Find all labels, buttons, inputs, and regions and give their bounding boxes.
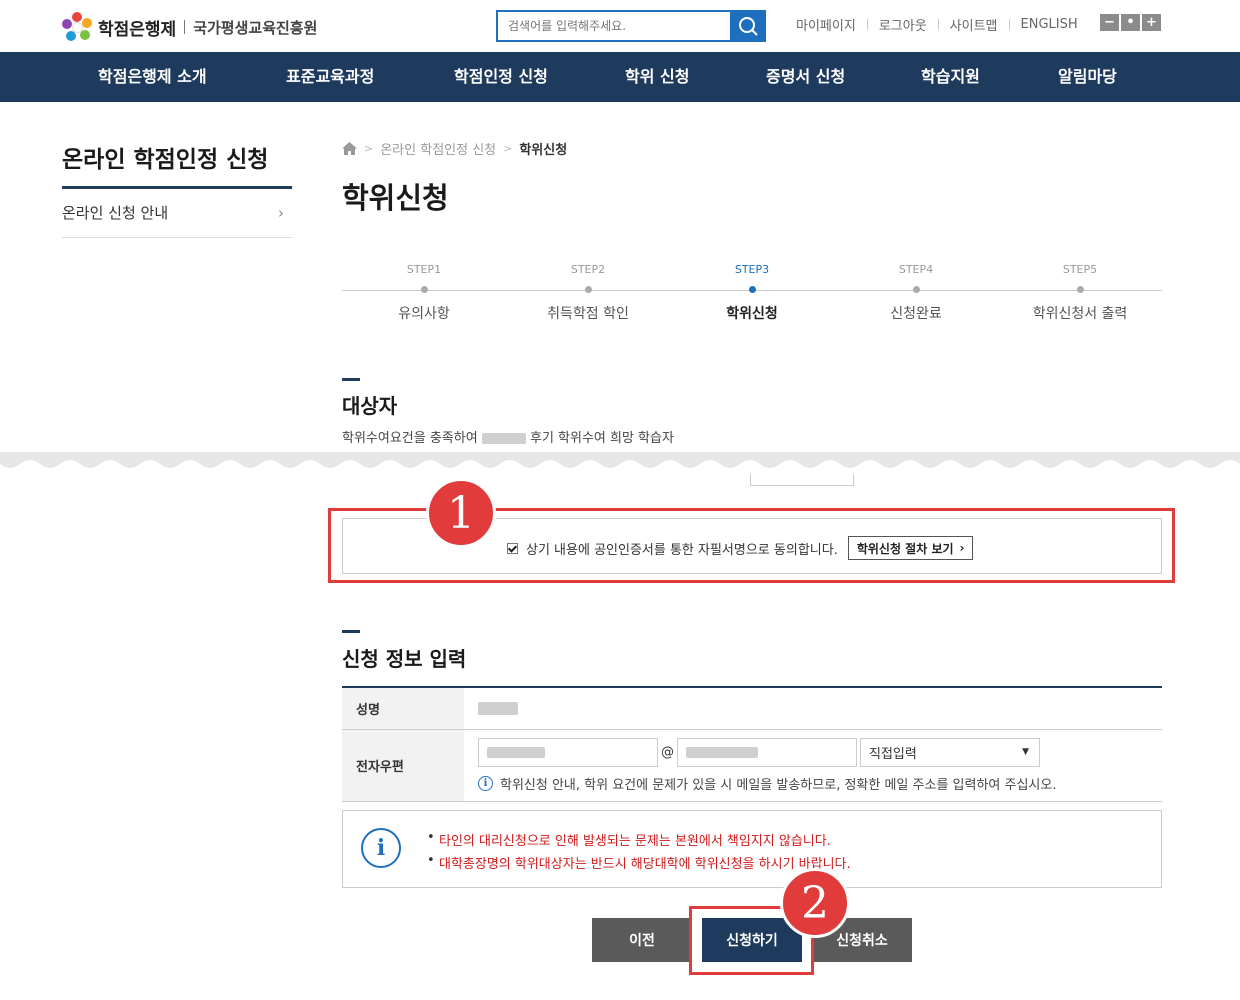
flower-logo-icon bbox=[62, 12, 92, 42]
email-domain-input[interactable] bbox=[677, 738, 857, 767]
notice-item: 대학총장명의 학위대상자는 반드시 해당대학에 학위신청을 하시기 바랍니다. bbox=[427, 853, 851, 872]
logout-link[interactable]: 로그아웃 bbox=[879, 15, 927, 34]
step-4: STEP4 신청완료 bbox=[856, 263, 976, 323]
email-note: i 학위신청 안내, 학위 요건에 문제가 있을 시 메일을 발송하므로, 정확… bbox=[478, 774, 1162, 793]
step-name: 유의사항 bbox=[398, 306, 450, 322]
name-value-cell bbox=[464, 688, 1162, 729]
name-label: 성명 bbox=[342, 688, 464, 729]
sidebar-item-online-guide[interactable]: 온라인 신청 안내 › bbox=[62, 202, 292, 238]
step-dot bbox=[1076, 286, 1084, 293]
target-section-title: 대상자 bbox=[342, 394, 398, 418]
breadcrumb-separator: > bbox=[503, 142, 513, 155]
notice-box: i 타인의 대리신청으로 인해 발생되는 문제는 본원에서 책임지지 않습니다.… bbox=[342, 810, 1162, 888]
step-label: STEP3 bbox=[734, 263, 770, 276]
section-marker bbox=[342, 630, 360, 633]
breadcrumb: > 온라인 학점인정 신청 > 학위신청 bbox=[342, 139, 567, 158]
search-button[interactable] bbox=[730, 10, 766, 42]
sidebar-item-label: 온라인 신청 안내 bbox=[62, 204, 169, 222]
brand-name: 학점은행제 bbox=[98, 19, 177, 40]
dropdown-arrow-icon: ▼ bbox=[1022, 747, 1029, 757]
zoom-controls: − • + bbox=[1100, 14, 1161, 31]
email-local-input[interactable] bbox=[478, 738, 658, 767]
email-note-text: 학위신청 안내, 학위 요건에 문제가 있을 시 메일을 발송하므로, 정확한 … bbox=[500, 778, 1057, 793]
target-desc-before: 학위수여요건을 충족하여 bbox=[342, 431, 478, 446]
step-label: STEP1 bbox=[406, 263, 442, 276]
at-sign: @ bbox=[661, 745, 674, 760]
info-icon: i bbox=[361, 828, 401, 868]
annotation-badge-1: 1 bbox=[426, 478, 496, 548]
email-row: 전자우편 @ 직접입력 ▼ i 학위신청 안내, 학위 요건에 문제가 있을 시… bbox=[342, 730, 1162, 802]
zoom-in-button[interactable]: + bbox=[1142, 14, 1161, 31]
step-dot bbox=[420, 286, 428, 293]
email-label: 전자우편 bbox=[342, 730, 464, 801]
link-divider bbox=[937, 19, 939, 30]
info-icon: i bbox=[478, 776, 493, 791]
search-icon bbox=[739, 17, 758, 36]
annotation-badge-2: 2 bbox=[780, 868, 850, 938]
torn-edge-divider bbox=[0, 452, 1240, 488]
search-input[interactable] bbox=[498, 12, 748, 40]
nav-item-credit-apply[interactable]: 학점인정 신청 bbox=[454, 52, 548, 102]
nav-item-degree-apply[interactable]: 학위 신청 bbox=[625, 52, 689, 102]
main-nav: 학점은행제 소개 표준교육과정 학점인정 신청 학위 신청 증명서 신청 학습지… bbox=[0, 52, 1240, 102]
step-label: STEP5 bbox=[1062, 263, 1098, 276]
link-divider bbox=[866, 19, 868, 30]
step-label: STEP2 bbox=[570, 263, 606, 276]
nav-item-notice[interactable]: 알림마당 bbox=[1058, 52, 1117, 102]
mypage-link[interactable]: 마이페이지 bbox=[796, 15, 856, 34]
link-divider bbox=[1008, 19, 1010, 30]
section-marker bbox=[342, 378, 360, 381]
step-name: 학위신청 bbox=[726, 306, 778, 322]
site-logo[interactable]: 학점은행제 국가평생교육진흥원 bbox=[62, 12, 317, 42]
top-links: 마이페이지 로그아웃 사이트맵 ENGLISH bbox=[796, 15, 1078, 34]
brand-divider bbox=[184, 20, 186, 34]
partial-button-remnant bbox=[750, 474, 854, 486]
email-domain-select[interactable]: 직접입력 ▼ bbox=[860, 738, 1040, 767]
step-label: STEP4 bbox=[898, 263, 934, 276]
notice-item: 타인의 대리신청으로 인해 발생되는 문제는 본원에서 책임지지 않습니다. bbox=[427, 830, 831, 849]
org-name: 국가평생교육진흥원 bbox=[193, 18, 318, 37]
breadcrumb-item[interactable]: 온라인 학점인정 신청 bbox=[380, 139, 496, 158]
sidebar-title: 온라인 학점인정 신청 bbox=[62, 147, 269, 173]
sidebar-divider bbox=[62, 186, 292, 189]
step-dot bbox=[912, 286, 920, 293]
step-dot bbox=[748, 286, 756, 293]
email-inputs: @ 직접입력 ▼ bbox=[478, 738, 1162, 767]
target-description: 학위수여요건을 충족하여 후기 학위수여 희망 학습자 bbox=[342, 427, 674, 446]
home-icon[interactable] bbox=[342, 142, 357, 155]
nav-item-learning-support[interactable]: 학습지원 bbox=[921, 52, 980, 102]
zoom-out-button[interactable]: − bbox=[1100, 14, 1119, 31]
domain-select-value: 직접입력 bbox=[869, 747, 917, 762]
step-3: STEP3 학위신청 bbox=[692, 263, 812, 323]
target-desc-after: 후기 학위수여 희망 학습자 bbox=[529, 431, 674, 446]
step-name: 신청완료 bbox=[890, 306, 942, 322]
nav-item-about[interactable]: 학점은행제 소개 bbox=[98, 52, 207, 102]
redacted-email-domain bbox=[686, 747, 758, 758]
step-5: STEP5 학위신청서 출력 bbox=[1020, 263, 1140, 323]
prev-button[interactable]: 이전 bbox=[592, 918, 692, 962]
email-cell: @ 직접입력 ▼ i 학위신청 안내, 학위 요건에 문제가 있을 시 메일을 … bbox=[464, 730, 1162, 801]
sitemap-link[interactable]: 사이트맵 bbox=[950, 15, 998, 34]
step-dot bbox=[584, 286, 592, 293]
name-row: 성명 bbox=[342, 688, 1162, 730]
nav-item-curriculum[interactable]: 표준교육과정 bbox=[286, 52, 374, 102]
english-link[interactable]: ENGLISH bbox=[1021, 17, 1078, 32]
breadcrumb-current: 학위신청 bbox=[519, 143, 568, 158]
application-form: 성명 전자우편 @ 직접입력 ▼ i 학위신청 안내, 학위 요건에 문제가 있… bbox=[342, 686, 1162, 802]
breadcrumb-separator: > bbox=[364, 142, 374, 155]
search-box bbox=[496, 10, 766, 42]
step-name: 학위신청서 출력 bbox=[1032, 306, 1128, 322]
redacted-term bbox=[481, 433, 526, 444]
redacted-email-local bbox=[487, 747, 545, 758]
step-1: STEP1 유의사항 bbox=[364, 263, 484, 323]
zoom-reset-button[interactable]: • bbox=[1121, 14, 1140, 31]
step-2: STEP2 취득학점 학인 bbox=[528, 263, 648, 323]
step-name: 취득학점 학인 bbox=[547, 306, 629, 322]
nav-item-certificate[interactable]: 증명서 신청 bbox=[766, 52, 845, 102]
redacted-name bbox=[478, 702, 518, 715]
form-section-title: 신청 정보 입력 bbox=[342, 647, 467, 671]
chevron-right-icon: › bbox=[278, 204, 284, 222]
page-title: 학위신청 bbox=[342, 181, 449, 215]
